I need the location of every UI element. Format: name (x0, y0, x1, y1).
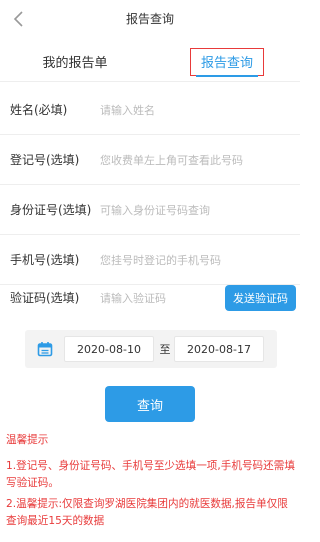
tab-my-reports[interactable]: 我的报告单 (20, 40, 130, 82)
form-row-verification-code: 验证码(选填) 发送验证码 (0, 273, 300, 323)
page-title: 报告查询 (125, 12, 174, 26)
active-tab-underline (196, 75, 258, 77)
active-tab-highlight (190, 48, 264, 76)
top-bar: 报告查询 (0, 0, 300, 38)
tab-bar: 我的报告单 报告查询 (0, 40, 300, 82)
form-row-id-number: 身份证号(选填) (0, 185, 300, 235)
id-number-input[interactable] (100, 197, 290, 223)
tips-item-2: 2.温馨提示:仅限查询罗湖医院集团内的就医数据,报告单仅限查询最近15天的数据 (6, 498, 288, 527)
registration-number-input[interactable] (100, 147, 290, 173)
phone-input[interactable] (100, 247, 290, 273)
calendar-icon[interactable] (37, 341, 53, 357)
tips-item-1: 1.登记号、身份证号码、手机号至少选填一项,手机号码还需填写验证码。 (6, 460, 295, 489)
end-date-picker[interactable]: 2020-08-17 (174, 336, 264, 362)
date-separator: 至 (159, 343, 171, 356)
form-row-registration-number: 登记号(选填) (0, 135, 300, 185)
start-date-picker[interactable]: 2020-08-10 (64, 336, 154, 362)
tips-title: 温馨提示 (6, 434, 49, 446)
tab-report-query[interactable]: 报告查询 (190, 40, 264, 82)
id-number-label: 身份证号(选填) (10, 203, 92, 217)
send-code-button[interactable]: 发送验证码 (225, 285, 296, 311)
tips-section: 温馨提示 1.登记号、身份证号码、手机号至少选填一项,手机号码还需填写验证码。 … (6, 432, 296, 534)
query-button[interactable]: 查询 (105, 386, 195, 422)
verification-code-input[interactable] (100, 285, 218, 311)
registration-number-label: 登记号(选填) (10, 153, 80, 167)
date-range-bar: 2020-08-10 至 2020-08-17 (25, 330, 277, 368)
verification-code-label: 验证码(选填) (10, 291, 80, 305)
form-row-name: 姓名(必填) (0, 85, 300, 135)
name-input[interactable] (100, 97, 290, 123)
name-label: 姓名(必填) (10, 103, 68, 117)
